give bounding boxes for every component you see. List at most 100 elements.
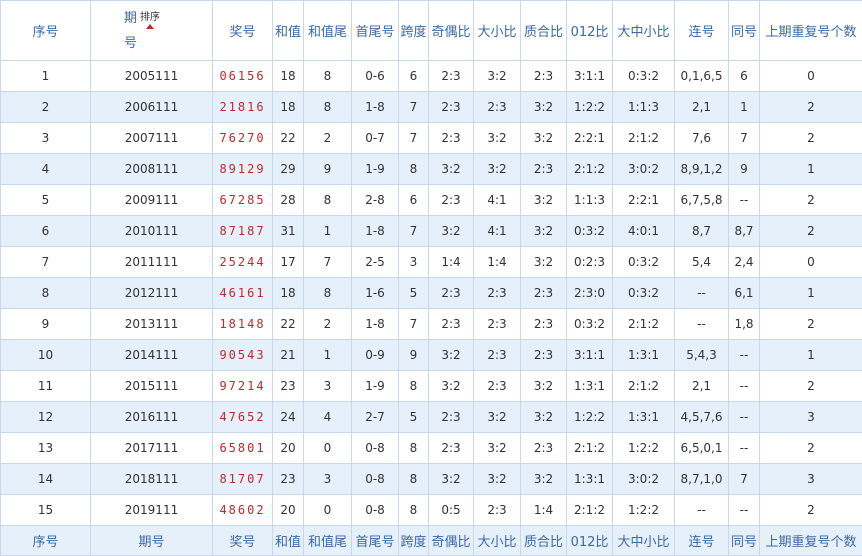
cell-012: 3:1:1: [567, 340, 613, 371]
cell-012: 2:1:2: [567, 154, 613, 185]
col-header-span: 跨度: [399, 1, 429, 61]
cell-big-small: 2:3: [474, 371, 521, 402]
cell-first-last: 1-8: [352, 216, 399, 247]
cell-prize: 76270: [213, 123, 273, 154]
cell-period: 2019111: [91, 495, 213, 526]
cell-first-last: 2-8: [352, 185, 399, 216]
cell-prize: 48602: [213, 495, 273, 526]
footer-span: 跨度: [399, 526, 429, 556]
cell-prime-composite: 2:3: [521, 154, 567, 185]
col-header-same: 同号: [729, 1, 760, 61]
cell-repeat-prev: 2: [760, 309, 862, 340]
cell-period: 2006111: [91, 92, 213, 123]
cell-same: 6,1: [729, 278, 760, 309]
cell-big-mid-small: 2:1:2: [613, 371, 675, 402]
cell-sum: 18: [273, 92, 304, 123]
cell-sum-tail: 4: [304, 402, 352, 433]
cell-big-small: 1:4: [474, 247, 521, 278]
table-row: 52009111672852882-862:34:13:21:1:32:2:16…: [1, 185, 862, 216]
cell-consecutive: 4,5,7,6: [675, 402, 729, 433]
cell-same: --: [729, 433, 760, 464]
cell-prime-composite: 3:2: [521, 371, 567, 402]
cell-odd-even: 2:3: [429, 309, 474, 340]
col-header-big-mid-small: 大中小比: [613, 1, 675, 61]
sort-button[interactable]: 排序: [135, 8, 165, 29]
cell-span: 7: [399, 309, 429, 340]
cell-consecutive: 5,4,3: [675, 340, 729, 371]
cell-odd-even: 2:3: [429, 402, 474, 433]
cell-big-mid-small: 1:3:1: [613, 402, 675, 433]
cell-prize: 21816: [213, 92, 273, 123]
cell-span: 8: [399, 371, 429, 402]
cell-same: 6: [729, 61, 760, 92]
footer-prize: 奖号: [213, 526, 273, 556]
cell-sum-tail: 0: [304, 495, 352, 526]
cell-prime-composite: 3:2: [521, 247, 567, 278]
sort-arrow-up-icon[interactable]: [146, 24, 154, 29]
cell-first-last: 1-8: [352, 309, 399, 340]
cell-seq: 9: [1, 309, 91, 340]
cell-first-last: 0-6: [352, 61, 399, 92]
cell-prize: 89129: [213, 154, 273, 185]
cell-seq: 4: [1, 154, 91, 185]
col-header-prize: 奖号: [213, 1, 273, 61]
cell-same: 1,8: [729, 309, 760, 340]
cell-same: --: [729, 371, 760, 402]
col-header-odd-even: 奇偶比: [429, 1, 474, 61]
table-row: 102014111905432110-993:22:32:33:1:11:3:1…: [1, 340, 862, 371]
cell-repeat-prev: 2: [760, 123, 862, 154]
cell-first-last: 2-7: [352, 402, 399, 433]
cell-big-mid-small: 3:0:2: [613, 464, 675, 495]
cell-period: 2012111: [91, 278, 213, 309]
cell-consecutive: 5,4: [675, 247, 729, 278]
cell-sum-tail: 9: [304, 154, 352, 185]
col-header-repeat-prev: 上期重复号个数: [760, 1, 862, 61]
cell-seq: 8: [1, 278, 91, 309]
cell-seq: 11: [1, 371, 91, 402]
col-header-sum: 和值: [273, 1, 304, 61]
footer-big-small: 大小比: [474, 526, 521, 556]
cell-prime-composite: 2:3: [521, 61, 567, 92]
cell-odd-even: 3:2: [429, 340, 474, 371]
sort-label[interactable]: 排序: [140, 12, 160, 23]
cell-012: 2:3:0: [567, 278, 613, 309]
cell-sum: 18: [273, 278, 304, 309]
cell-big-small: 4:1: [474, 185, 521, 216]
table-body: 12005111061561880-662:33:22:33:1:10:3:20…: [1, 61, 862, 526]
cell-period: 2005111: [91, 61, 213, 92]
cell-sum-tail: 3: [304, 464, 352, 495]
cell-012: 3:1:1: [567, 61, 613, 92]
cell-seq: 3: [1, 123, 91, 154]
cell-sum: 22: [273, 123, 304, 154]
cell-consecutive: --: [675, 495, 729, 526]
cell-sum-tail: 8: [304, 61, 352, 92]
cell-repeat-prev: 0: [760, 61, 862, 92]
cell-first-last: 0-8: [352, 495, 399, 526]
cell-period: 2007111: [91, 123, 213, 154]
cell-prime-composite: 2:3: [521, 433, 567, 464]
cell-012: 1:3:1: [567, 464, 613, 495]
footer-same: 同号: [729, 526, 760, 556]
cell-consecutive: 8,9,1,2: [675, 154, 729, 185]
cell-same: 7: [729, 123, 760, 154]
cell-prize: 67285: [213, 185, 273, 216]
cell-big-small: 3:2: [474, 61, 521, 92]
cell-sum-tail: 2: [304, 309, 352, 340]
cell-repeat-prev: 1: [760, 154, 862, 185]
cell-prize: 90543: [213, 340, 273, 371]
cell-big-mid-small: 0:3:2: [613, 278, 675, 309]
cell-repeat-prev: 2: [760, 433, 862, 464]
cell-012: 1:3:1: [567, 371, 613, 402]
cell-repeat-prev: 2: [760, 216, 862, 247]
footer-row: 序号 期号 奖号 和值 和值尾 首尾号 跨度 奇偶比 大小比 质合比 012比 …: [1, 526, 862, 556]
cell-prize: 87187: [213, 216, 273, 247]
cell-odd-even: 3:2: [429, 216, 474, 247]
cell-prime-composite: 3:2: [521, 464, 567, 495]
cell-span: 5: [399, 278, 429, 309]
cell-sum: 17: [273, 247, 304, 278]
cell-span: 9: [399, 340, 429, 371]
cell-span: 7: [399, 92, 429, 123]
cell-period: 2008111: [91, 154, 213, 185]
cell-prime-composite: 2:3: [521, 278, 567, 309]
cell-period: 2009111: [91, 185, 213, 216]
